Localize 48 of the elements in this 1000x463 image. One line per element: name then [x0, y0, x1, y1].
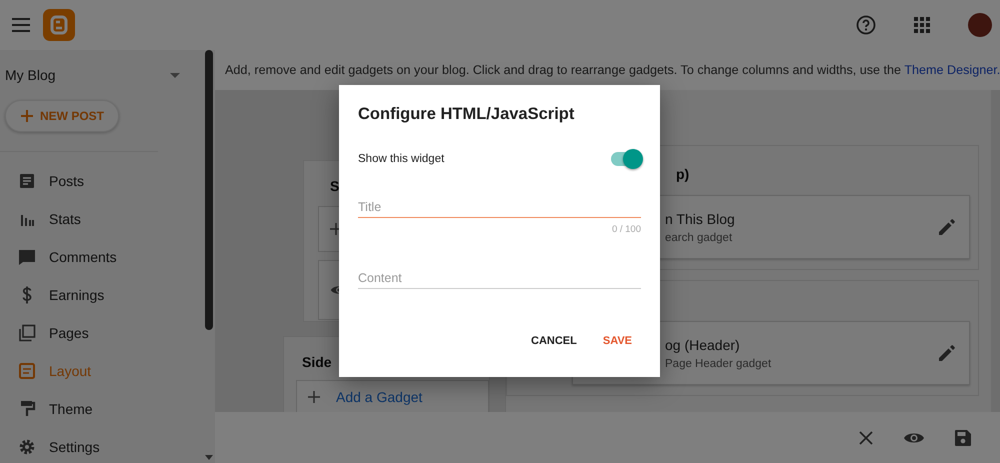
info-text: Add, remove and edit gadgets on your blog. Click and drag to rearrange gadgets. To change columns and widths, use the Theme Designer.	[225, 63, 1000, 77]
menu-icon[interactable]	[12, 18, 30, 32]
dialog-title: Configure HTML/JavaScript	[358, 105, 576, 124]
plus-icon	[308, 391, 320, 403]
character-counter: 0 / 100	[610, 224, 641, 235]
section-heading: S	[329, 177, 340, 196]
toggle-switch[interactable]	[611, 152, 641, 166]
pages-icon	[18, 324, 36, 342]
gadget-subtitle: earch gadget	[665, 232, 734, 244]
dropdown-caret-icon[interactable]	[170, 72, 180, 78]
comment-icon	[18, 248, 36, 266]
avatar[interactable]	[968, 13, 992, 37]
scrollbar-thumb[interactable]	[205, 50, 213, 330]
blog-logo[interactable]	[43, 9, 75, 41]
section-heading: Side	[301, 353, 332, 372]
scroll-down-icon[interactable]	[205, 455, 213, 460]
plus-icon	[21, 110, 33, 122]
save-button[interactable]: SAVE	[594, 331, 641, 351]
gadget-title: og (Header)	[665, 336, 741, 352]
apps-icon[interactable]	[914, 17, 930, 33]
settings-icon	[18, 438, 36, 456]
toggle-label: Show this widget	[358, 153, 444, 165]
nav-item[interactable]: Comments	[0, 238, 203, 276]
help-icon[interactable]	[856, 15, 876, 35]
save-icon[interactable]	[955, 430, 972, 446]
nav-item[interactable]: Theme	[0, 390, 203, 428]
theme-designer-link[interactable]: Theme Designer.	[904, 63, 1000, 77]
content-field[interactable]: Content	[358, 267, 641, 289]
new-post-button[interactable]: NEW POST	[5, 100, 120, 132]
blog-name[interactable]: My Blog	[5, 67, 170, 83]
posts-icon	[18, 172, 36, 190]
gadget-title: n This Blog	[665, 210, 736, 226]
layout-icon	[18, 362, 36, 380]
edit-icon[interactable]	[939, 219, 955, 235]
edit-icon[interactable]	[939, 345, 955, 361]
add-gadget-link[interactable]: Add a Gadget	[336, 389, 422, 405]
section-heading: p)	[676, 166, 690, 182]
gadget-card[interactable]: Add a Gadget	[296, 380, 489, 412]
nav-item[interactable]: Stats	[0, 200, 203, 238]
nav-item[interactable]: Settings	[0, 428, 203, 463]
nav-item[interactable]: Earnings	[0, 276, 203, 314]
title-field[interactable]: Title	[358, 196, 641, 218]
gadget-subtitle: Page Header gadget	[665, 358, 772, 370]
paint-roller-icon	[18, 400, 36, 418]
close-icon[interactable]	[859, 430, 874, 444]
nav-item[interactable]: Posts	[0, 162, 203, 200]
nav-item[interactable]: Pages	[0, 314, 203, 352]
eye-icon[interactable]	[903, 430, 926, 444]
